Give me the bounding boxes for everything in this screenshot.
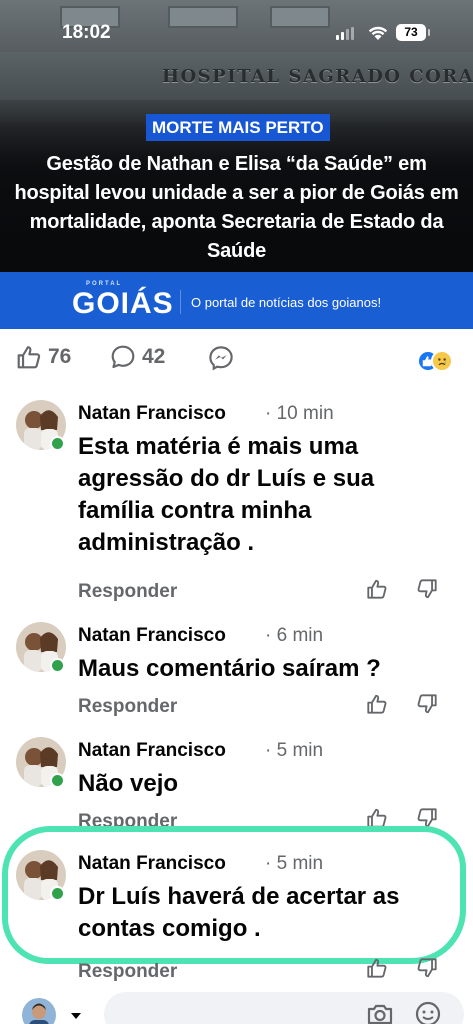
online-status-dot <box>50 886 65 901</box>
comments-count: 42 <box>142 345 166 368</box>
chevron-down-icon[interactable] <box>70 1012 82 1020</box>
comment-author[interactable]: Natan Francisco <box>78 740 226 762</box>
emoji-icon[interactable] <box>414 1000 442 1024</box>
reply-button[interactable]: Responder <box>78 581 177 603</box>
comment-text: Maus comentário saíram ? <box>78 655 381 682</box>
comment-composer <box>0 984 473 1024</box>
comment-time: · 5 min <box>265 740 324 761</box>
comment-time: · 6 min <box>265 625 324 646</box>
thumbs-up-icon[interactable] <box>366 578 388 600</box>
thumbs-up-icon <box>17 346 41 369</box>
comment-input[interactable] <box>104 992 464 1024</box>
thumbs-down-icon[interactable] <box>416 957 438 979</box>
hospital-sign: HOSPITAL SAGRADO CORAÇ <box>162 66 473 87</box>
cellular-signal-icon <box>336 27 354 40</box>
portal-tagline: O portal de notícias dos goianos! <box>191 295 382 310</box>
online-status-dot <box>50 658 65 673</box>
messenger-icon <box>209 346 233 371</box>
likes-count: 76 <box>48 345 72 368</box>
comment-author[interactable]: Natan Francisco <box>78 403 226 425</box>
thumbs-up-icon[interactable] <box>366 957 388 979</box>
portal-logo: GOIÁS <box>72 287 174 320</box>
thumbs-down-icon[interactable] <box>416 578 438 600</box>
headline-tag: MORTE MAIS PERTO <box>146 114 330 141</box>
comment-time: · 5 min <box>265 853 324 874</box>
comment-text: Esta matéria é mais uma agressão do dr L… <box>78 433 375 556</box>
reactions-bar: 76 42 <box>0 336 473 380</box>
comment-action[interactable]: 42 <box>110 344 165 370</box>
camera-icon[interactable] <box>366 1002 394 1024</box>
status-bar: 18:02 73 <box>0 0 473 60</box>
thumbs-down-icon[interactable] <box>416 693 438 715</box>
comment-author[interactable]: Natan Francisco <box>78 625 226 647</box>
reply-button[interactable]: Responder <box>78 696 177 718</box>
sad-reaction-icon <box>431 350 453 372</box>
status-time: 18:02 <box>62 22 111 43</box>
thumbs-up-icon[interactable] <box>366 693 388 715</box>
headline: Gestão de Nathan e Elisa “da Saúde” em h… <box>14 153 459 262</box>
like-action[interactable]: 76 <box>16 344 71 370</box>
online-status-dot <box>50 773 65 788</box>
battery-indicator: 73 <box>396 24 430 41</box>
composer-avatar[interactable] <box>22 998 56 1024</box>
reaction-summary[interactable] <box>417 350 457 372</box>
comment-text: Não vejo <box>78 770 179 797</box>
wifi-icon <box>368 26 388 40</box>
online-status-dot <box>50 436 65 451</box>
comment-bubble-icon <box>111 345 135 369</box>
comment-text: Dr Luís haverá de acertar as contas comi… <box>78 883 400 942</box>
reply-button[interactable]: Responder <box>78 961 177 983</box>
comment-time: · 10 min <box>265 403 334 424</box>
messenger-share-action[interactable] <box>208 345 234 371</box>
comment-author[interactable]: Natan Francisco <box>78 853 226 875</box>
